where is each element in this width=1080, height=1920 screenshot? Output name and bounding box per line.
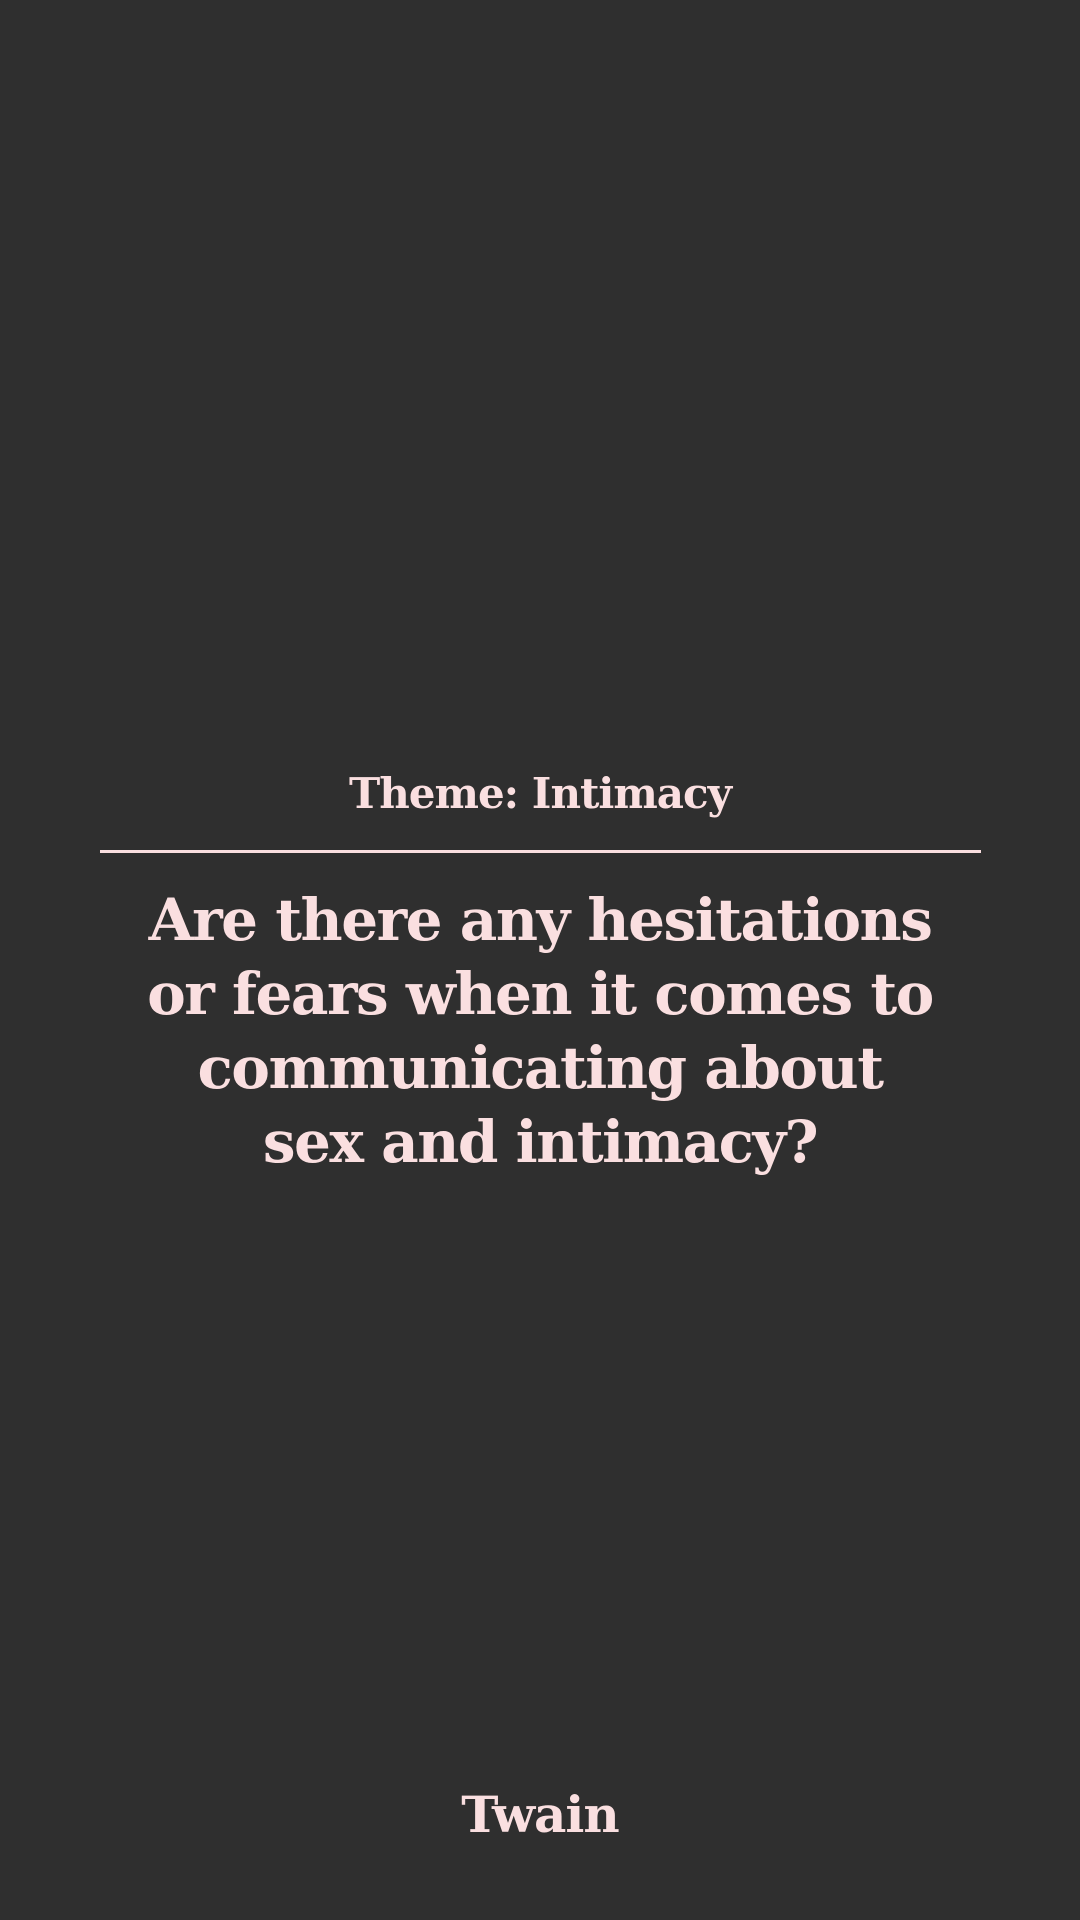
- divider: [100, 850, 981, 853]
- brand-wordmark: Twain: [461, 1785, 620, 1844]
- question-text: Are there any hesitations or fears when …: [147, 886, 934, 1176]
- prompt-card-screen: { "theme": { "label": "Theme: Intimacy" …: [0, 0, 1080, 1920]
- theme-label: Theme: Intimacy: [349, 769, 732, 818]
